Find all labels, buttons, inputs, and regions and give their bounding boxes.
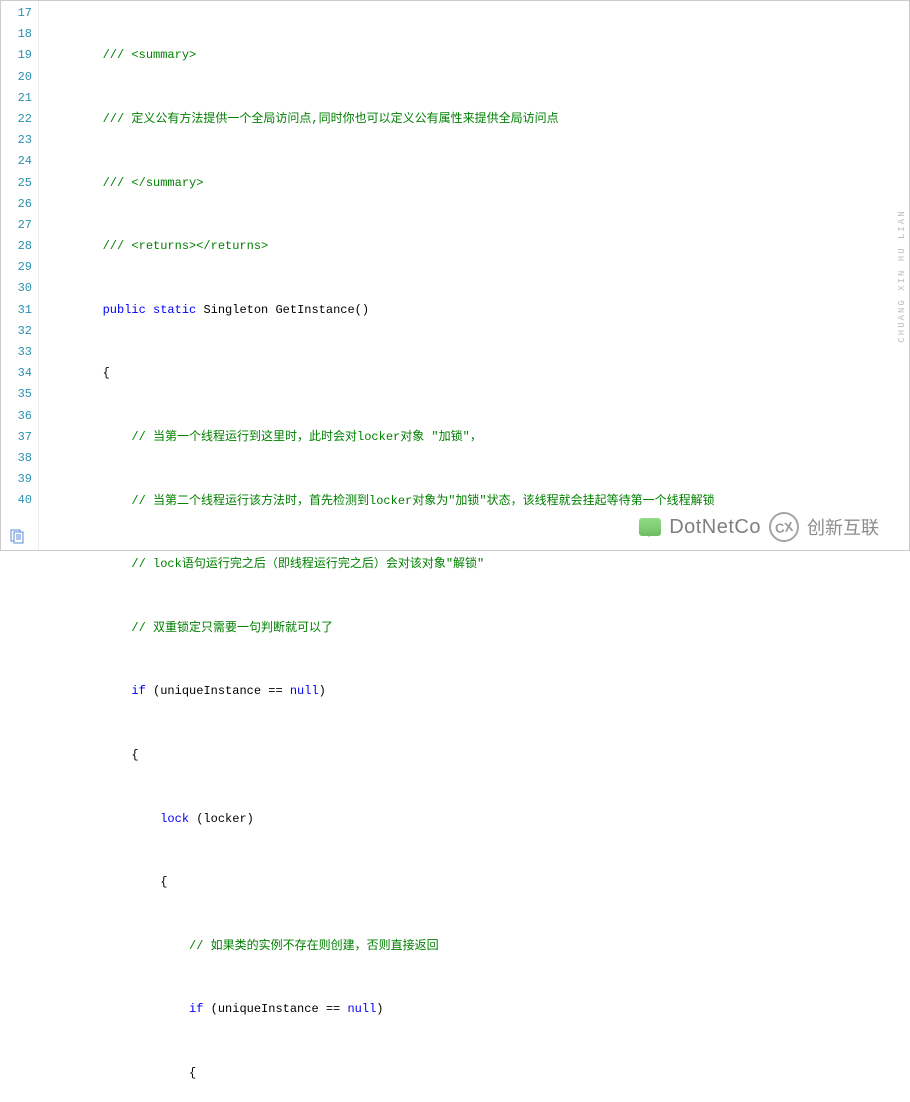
line-number: 31	[1, 300, 32, 321]
line-number: 34	[1, 363, 32, 384]
code-line: // lock语句运行完之后（即线程运行完之后）会对该对象"解锁"	[45, 554, 909, 575]
code-line: /// <summary>	[45, 45, 909, 66]
copy-icon[interactable]	[9, 528, 25, 544]
line-number: 40	[1, 490, 32, 511]
line-number: 24	[1, 151, 32, 172]
code-line: lock (locker)	[45, 809, 909, 830]
side-watermark-text: CHUANG XIN HU LIAN	[897, 209, 907, 342]
wechat-icon	[639, 518, 661, 536]
line-number: 27	[1, 215, 32, 236]
code-line: {	[45, 363, 909, 384]
code-line: /// <returns></returns>	[45, 236, 909, 257]
code-line: {	[45, 745, 909, 766]
line-number: 28	[1, 236, 32, 257]
line-number: 26	[1, 194, 32, 215]
code-line: public static Singleton GetInstance()	[45, 300, 909, 321]
line-number: 29	[1, 257, 32, 278]
code-line: {	[45, 872, 909, 893]
code-line: if (uniqueInstance == null)	[45, 681, 909, 702]
line-number: 19	[1, 45, 32, 66]
line-number: 33	[1, 342, 32, 363]
code-content[interactable]: /// <summary> /// 定义公有方法提供一个全局访问点,同时你也可以…	[39, 1, 909, 550]
code-editor: 17 18 19 20 21 22 23 24 25 26 27 28 29 3…	[1, 1, 909, 550]
line-number: 17	[1, 3, 32, 24]
line-number-gutter: 17 18 19 20 21 22 23 24 25 26 27 28 29 3…	[1, 1, 39, 550]
line-number: 23	[1, 130, 32, 151]
line-number: 37	[1, 427, 32, 448]
line-number: 20	[1, 67, 32, 88]
line-number: 21	[1, 88, 32, 109]
code-line: // 当第二个线程运行该方法时，首先检测到locker对象为"加锁"状态，该线程…	[45, 491, 909, 512]
watermark-text-1: DotNetCo	[669, 516, 761, 539]
line-number: 25	[1, 173, 32, 194]
watermark-text-2: 创新互联	[807, 514, 879, 540]
code-line: {	[45, 1063, 909, 1084]
line-number: 32	[1, 321, 32, 342]
watermark: DotNetCo CX 创新互联	[639, 512, 879, 542]
code-line: if (uniqueInstance == null)	[45, 999, 909, 1020]
line-number: 35	[1, 384, 32, 405]
watermark-logo-icon: CX	[767, 510, 801, 544]
code-line: // 如果类的实例不存在则创建，否则直接返回	[45, 936, 909, 957]
line-number: 22	[1, 109, 32, 130]
code-line: // 双重锁定只需要一句判断就可以了	[45, 618, 909, 639]
line-number: 30	[1, 278, 32, 299]
code-line: // 当第一个线程运行到这里时，此时会对locker对象 "加锁"，	[45, 427, 909, 448]
line-number: 39	[1, 469, 32, 490]
code-line: /// 定义公有方法提供一个全局访问点,同时你也可以定义公有属性来提供全局访问点	[45, 109, 909, 130]
line-number: 18	[1, 24, 32, 45]
line-number: 38	[1, 448, 32, 469]
line-number: 36	[1, 406, 32, 427]
code-line: /// </summary>	[45, 173, 909, 194]
